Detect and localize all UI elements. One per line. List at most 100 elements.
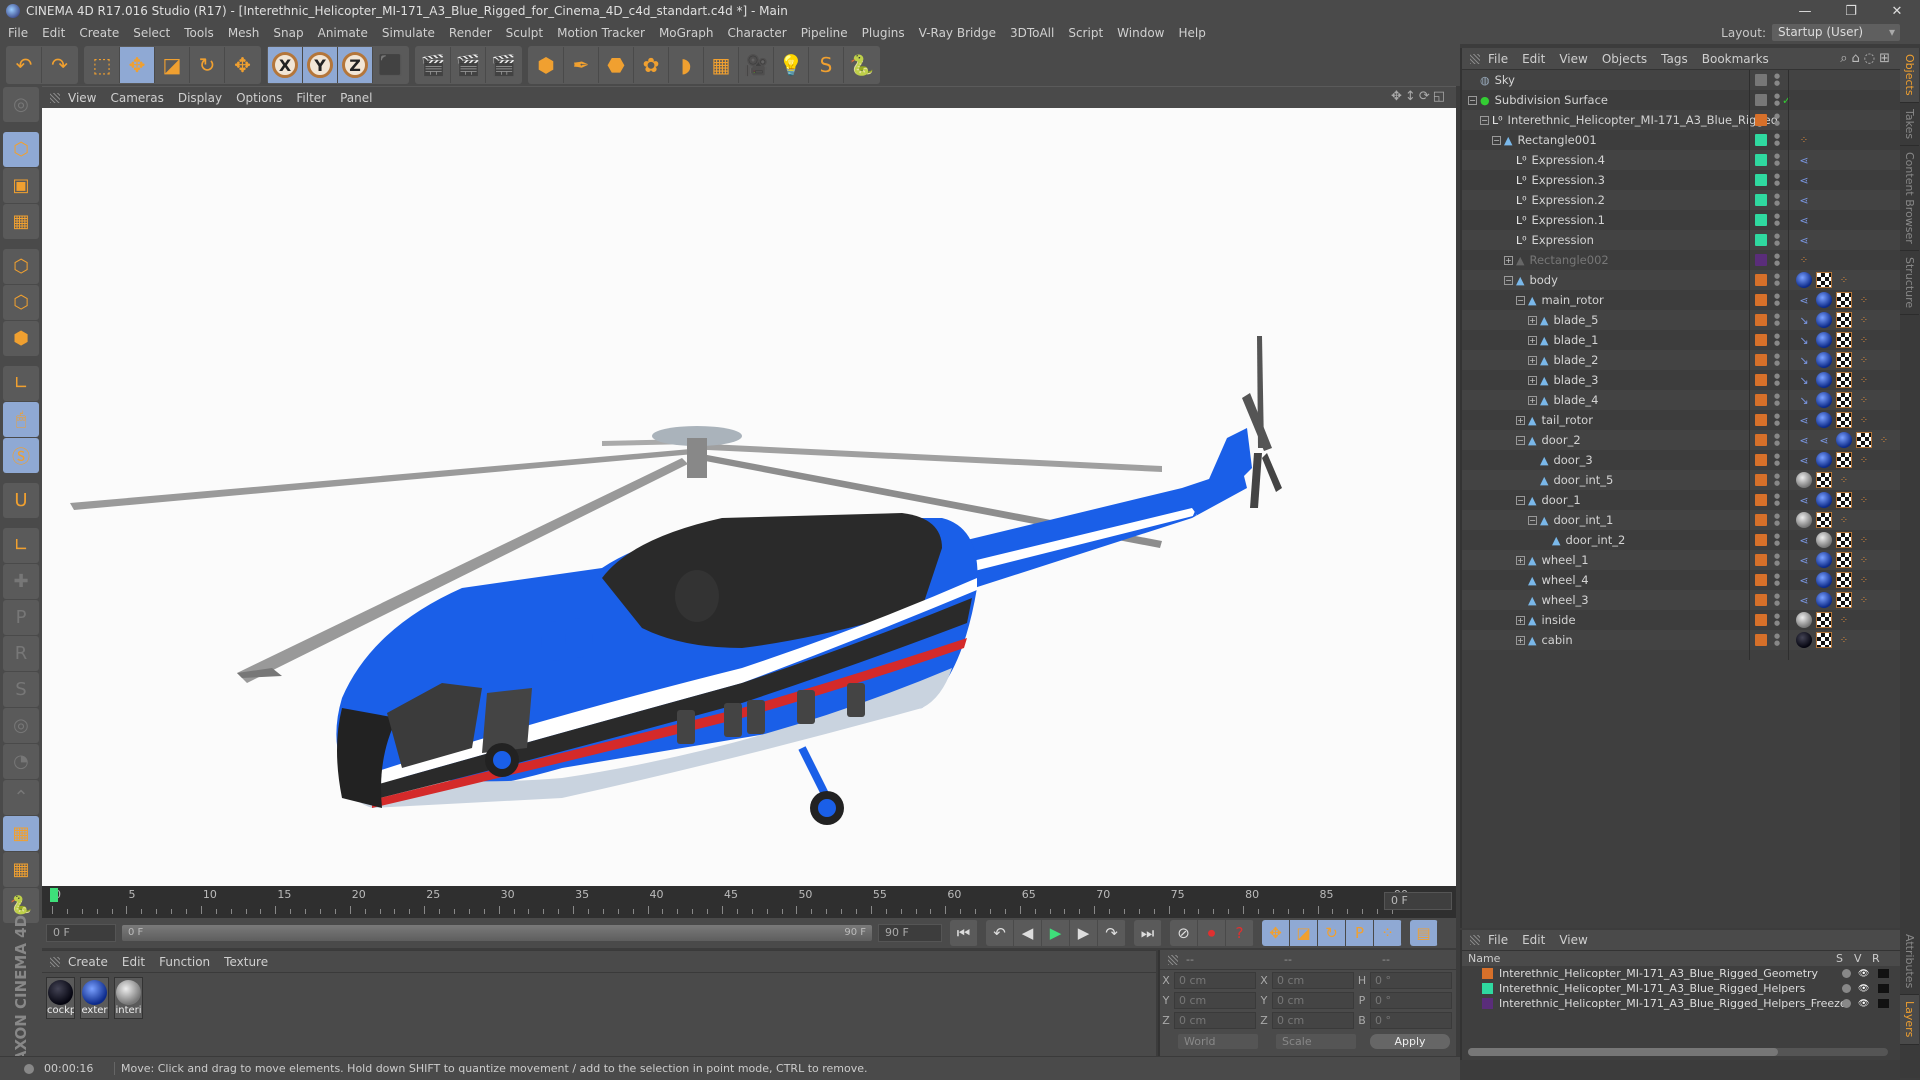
menu-snap[interactable]: Snap [273,26,303,40]
menu-plugins[interactable]: Plugins [862,26,905,40]
object-manager-tools[interactable]: ⌕⌂◌⊞ [1840,51,1894,66]
texture-tag-icon[interactable] [1816,372,1832,388]
cube-button[interactable]: ⬢ [529,47,564,83]
floor-button[interactable]: ▦ [704,47,739,83]
texture-tag-icon[interactable] [1816,572,1832,588]
key-psr-button[interactable]: S [3,672,39,707]
keyframe-selection-button[interactable]: ⊘ [1170,920,1198,946]
column-name[interactable]: Name [1468,952,1836,965]
visibility-eye-icon[interactable]: 👁 [1858,969,1869,979]
visibility-dots-icon[interactable]: ● ● [1774,153,1780,167]
size-field[interactable]: 0 cm [1272,971,1354,989]
uvw-tag-icon[interactable] [1836,412,1852,428]
next-frame-button[interactable]: ▶ [1070,920,1098,946]
phong-tag-icon[interactable]: ⁘ [1836,512,1852,528]
layer-color-swatch[interactable] [1755,114,1767,126]
object-row[interactable]: − ▲ body ● ● ⁘ [1462,270,1900,290]
object-row[interactable]: ◍ Sky ● ● [1462,70,1900,90]
object-row[interactable]: + ▲ blade_4 ● ● ↘ ⁘ [1462,390,1900,410]
object-menu-edit[interactable]: Edit [1522,52,1545,66]
texture-tag-icon[interactable] [1816,332,1832,348]
visibility-dots-icon[interactable]: ● ● [1774,573,1780,587]
layer-menu-view[interactable]: View [1559,933,1587,947]
texture-tag-icon[interactable] [1796,512,1812,528]
uvw-tag-icon[interactable] [1836,372,1852,388]
ik-tag-icon[interactable]: ↘ [1796,332,1812,348]
layer-row[interactable]: Interethnic_Helicopter_MI-171_A3_Blue_Ri… [1462,996,1900,1011]
material-menu-texture[interactable]: Texture [224,955,268,969]
phong-tag-icon[interactable]: ⁘ [1856,452,1872,468]
visibility-dots-icon[interactable]: ● ● [1774,93,1780,107]
key-parameter-button[interactable]: ◎ [3,708,39,743]
points-mode-button[interactable]: ⬡ [3,249,39,284]
object-row[interactable]: + ▲ blade_3 ● ● ↘ ⁘ [1462,370,1900,390]
xpresso-tag-icon[interactable]: ⋖ [1796,212,1812,228]
vray-button[interactable]: S [809,47,844,83]
object-row[interactable]: + ▲ blade_1 ● ● ↘ ⁘ [1462,330,1900,350]
camera-button[interactable]: 🎥 [739,47,774,83]
uvw-tag-icon[interactable] [1836,592,1852,608]
go-to-start-button[interactable]: ⏮ [950,920,978,946]
menu-script[interactable]: Script [1068,26,1103,40]
expand-icon[interactable]: + [1528,395,1537,405]
texture-mode-button[interactable]: ▣ [3,168,39,203]
object-row[interactable]: ▲ door_int_5 ● ● ⁘ [1462,470,1900,490]
visibility-dots-icon[interactable]: ● ● [1774,553,1780,567]
texture-tag-icon[interactable] [1816,552,1832,568]
layer-color-swatch[interactable] [1755,174,1767,186]
phong-tag-icon[interactable]: ⁘ [1856,552,1872,568]
visibility-dots-icon[interactable]: ● ● [1774,333,1780,347]
uvw-tag-icon[interactable] [1836,492,1852,508]
layer-color-swatch[interactable] [1755,594,1767,606]
ik-tag-icon[interactable]: ↘ [1796,312,1812,328]
visibility-dots-icon[interactable]: ● ● [1774,373,1780,387]
tab-layers[interactable]: Layers [1900,995,1919,1045]
ik-tag-icon[interactable]: ↘ [1796,392,1812,408]
texture-tag-icon[interactable] [1836,432,1852,448]
redo-button[interactable]: ↷ [42,47,77,83]
phong-tag-icon[interactable]: ⁘ [1856,412,1872,428]
layer-color-swatch[interactable] [1755,154,1767,166]
layer-color-swatch[interactable] [1755,634,1767,646]
timeline-button[interactable]: ▤ [1410,920,1438,946]
menu-file[interactable]: File [8,26,28,40]
uvw-tag-icon[interactable] [1836,312,1852,328]
phong-tag-icon[interactable]: ⁘ [1856,312,1872,328]
phong-tag-icon[interactable]: ⁘ [1836,612,1852,628]
phong-tag-icon[interactable]: ⁘ [1876,432,1892,448]
viewport-menu-display[interactable]: Display [178,91,222,105]
texture-tag-icon[interactable] [1796,632,1812,648]
key-point-button[interactable]: ⌃ [3,780,39,815]
key-scale-button[interactable]: ◪ [1290,920,1318,946]
tab-structure[interactable]: Structure [1900,251,1919,315]
ik-tag-icon[interactable]: ↘ [1796,372,1812,388]
viewport-menu-view[interactable]: View [68,91,96,105]
phong-tag-icon[interactable]: ⁘ [1856,372,1872,388]
visibility-dots-icon[interactable]: ● ● [1774,393,1780,407]
object-row[interactable]: + ▲ tail_rotor ● ● ⋖ ⁘ [1462,410,1900,430]
xpresso-tag-icon[interactable]: ⋖ [1796,152,1812,168]
previous-key-button[interactable]: ↶ [986,920,1014,946]
size-field[interactable]: 0 cm [1272,991,1354,1009]
coordinate-mode-dropdown[interactable]: Scale [1276,1034,1356,1049]
axis-mode-button[interactable]: ∟ [3,366,39,401]
visibility-dots-icon[interactable]: ● ● [1774,253,1780,267]
uvw-tag-icon[interactable] [1856,432,1872,448]
layer-color-swatch[interactable] [1755,554,1767,566]
uvw-tag-icon[interactable] [1836,572,1852,588]
uvw-tag-icon[interactable] [1816,272,1832,288]
menu-help[interactable]: Help [1178,26,1205,40]
menu-simulate[interactable]: Simulate [382,26,435,40]
layer-color-swatch[interactable] [1755,234,1767,246]
xpresso-tag-icon[interactable]: ⋖ [1796,492,1812,508]
layer-color-swatch[interactable] [1482,983,1493,994]
add-keyframe-button[interactable]: ✚ [3,564,39,599]
xpresso-tag-icon[interactable]: ⋖ [1796,432,1812,448]
layer-color-swatch[interactable] [1482,998,1493,1009]
timeline-ruler[interactable]: 051015202530354045505560657075808590 0 F [42,886,1456,918]
visibility-dots-icon[interactable]: ● ● [1774,293,1780,307]
menu-pipeline[interactable]: Pipeline [801,26,848,40]
object-row[interactable]: − ▲ door_int_1 ● ● ⁘ [1462,510,1900,530]
collapse-icon[interactable]: − [1516,295,1525,305]
material-menu-create[interactable]: Create [68,955,108,969]
